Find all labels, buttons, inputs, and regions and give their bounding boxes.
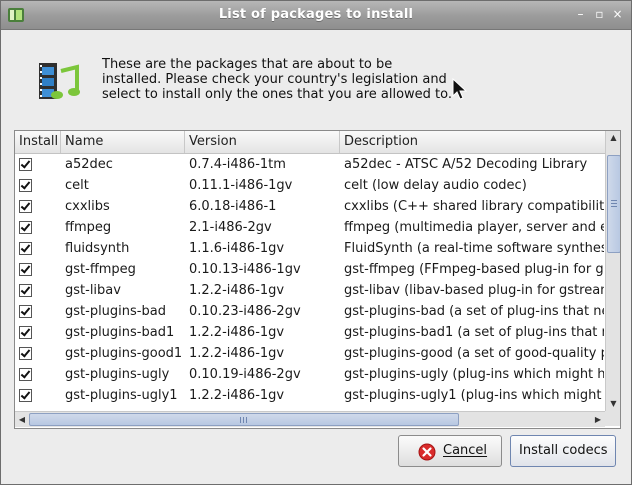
package-name: cxxlibs — [65, 199, 110, 214]
package-version: 1.2.2-i486-1gv — [189, 283, 285, 298]
package-table: Install Name Version Description a52dec … — [14, 130, 621, 429]
install-checkbox[interactable] — [19, 158, 32, 171]
package-version: 1.2.2-i486-1gv — [189, 346, 285, 361]
table-row[interactable]: a52dec 0.7.4-i486-1tm a52dec - ATSC A/52… — [15, 154, 605, 175]
close-button[interactable]: × — [611, 8, 624, 21]
package-description: gst-libav (libav-based plug-in for gstre… — [344, 283, 604, 298]
install-checkbox[interactable] — [19, 347, 32, 360]
scroll-grip-icon — [240, 417, 241, 423]
package-description: gst-ffmpeg (FFmpeg-based plug-in for gs — [344, 262, 604, 277]
package-version: 2.1-i486-2gv — [189, 220, 272, 235]
install-checkbox[interactable] — [19, 389, 32, 402]
install-checkbox[interactable] — [19, 242, 32, 255]
package-description: gst-plugins-ugly1 (plug-ins which might … — [344, 388, 604, 403]
package-version: 0.10.19-i486-2gv — [189, 367, 301, 382]
table-row[interactable]: gst-plugins-ugly1 1.2.2-i486-1gv gst-plu… — [15, 385, 605, 406]
mouse-pointer-icon — [452, 78, 468, 100]
scroll-right-arrow-icon[interactable]: ▶ — [591, 412, 605, 427]
scroll-grip-icon — [611, 206, 617, 207]
package-description: a52dec - ATSC A/52 Decoding Library — [344, 157, 588, 172]
package-version: 1.2.2-i486-1gv — [189, 325, 285, 340]
package-name: gst-plugins-ugly1 — [65, 388, 178, 403]
vertical-scroll-thumb[interactable] — [607, 155, 620, 253]
package-description: gst-plugins-ugly (plug-ins which might h… — [344, 367, 604, 382]
install-checkbox[interactable] — [19, 326, 32, 339]
vertical-scrollbar[interactable]: ▲ ▼ — [605, 131, 620, 411]
maximize-button[interactable]: ▫ — [593, 8, 606, 21]
table-row[interactable]: gst-plugins-bad1 1.2.2-i486-1gv gst-plug… — [15, 322, 605, 343]
package-version: 1.1.6-i486-1gv — [189, 241, 285, 256]
package-version: 0.11.1-i486-1gv — [189, 178, 293, 193]
column-header-name[interactable]: Name — [61, 131, 185, 153]
package-name: gst-plugins-ugly — [65, 367, 170, 382]
table-row[interactable]: gst-plugins-ugly 0.10.19-i486-2gv gst-pl… — [15, 364, 605, 385]
film-music-icon — [39, 63, 80, 99]
minimize-button[interactable]: – — [574, 8, 587, 21]
package-description: celt (low delay audio codec) — [344, 178, 527, 193]
package-name: gst-ffmpeg — [65, 262, 136, 277]
table-row[interactable]: ffmpeg 2.1-i486-2gv ffmpeg (multimedia p… — [15, 217, 605, 238]
scroll-up-arrow-icon[interactable]: ▲ — [606, 131, 620, 145]
window-title: List of packages to install — [218, 7, 414, 22]
install-checkbox[interactable] — [19, 263, 32, 276]
package-version: 0.7.4-i486-1tm — [189, 157, 286, 172]
table-row[interactable]: gst-plugins-bad 0.10.23-i486-2gv gst-plu… — [15, 301, 605, 322]
install-checkbox[interactable] — [19, 368, 32, 381]
install-checkbox[interactable] — [19, 179, 32, 192]
install-checkbox[interactable] — [19, 200, 32, 213]
scroll-grip-icon — [611, 203, 617, 204]
package-description: FluidSynth (a real-time software synthes — [344, 241, 604, 256]
scroll-grip-icon — [246, 417, 247, 423]
install-codecs-button[interactable]: Install codecs — [510, 435, 616, 467]
package-install-dialog: List of packages to install – ▫ × These … — [0, 0, 632, 485]
cancel-button-label: Cancel — [443, 443, 488, 458]
package-description: gst-plugins-good (a set of good-quality … — [344, 346, 604, 361]
package-version: 0.10.23-i486-2gv — [189, 304, 301, 319]
scroll-grip-icon — [611, 200, 617, 201]
info-message: These are the packages that are about to… — [102, 57, 452, 102]
scroll-grip-icon — [243, 417, 244, 423]
column-header-description[interactable]: Description — [340, 131, 605, 153]
table-row[interactable]: cxxlibs 6.0.18-i486-1 cxxlibs (C++ share… — [15, 196, 605, 217]
table-body: a52dec 0.7.4-i486-1tm a52dec - ATSC A/52… — [15, 154, 605, 409]
package-version: 1.2.2-i486-1gv — [189, 388, 285, 403]
package-name: gst-plugins-bad1 — [65, 325, 175, 340]
scrollbar-corner — [605, 411, 620, 426]
package-name: gst-plugins-good1 — [65, 346, 183, 361]
package-version: 0.10.13-i486-1gv — [189, 262, 301, 277]
column-header-install[interactable]: Install — [15, 131, 61, 153]
package-version: 6.0.18-i486-1 — [189, 199, 277, 214]
install-codecs-button-label: Install codecs — [519, 443, 608, 458]
horizontal-scroll-thumb[interactable] — [29, 413, 459, 426]
table-row[interactable]: fluidsynth 1.1.6-i486-1gv FluidSynth (a … — [15, 238, 605, 259]
title-bar[interactable]: List of packages to install – ▫ × — [1, 1, 631, 30]
horizontal-scrollbar[interactable]: ◀ ▶ — [15, 411, 605, 427]
table-row[interactable]: gst-plugins-good1 1.2.2-i486-1gv gst-plu… — [15, 343, 605, 364]
package-description: gst-plugins-bad (a set of plug-ins that … — [344, 304, 604, 319]
install-checkbox[interactable] — [19, 221, 32, 234]
table-row[interactable]: gst-ffmpeg 0.10.13-i486-1gv gst-ffmpeg (… — [15, 259, 605, 280]
column-header-version[interactable]: Version — [185, 131, 340, 153]
package-name: a52dec — [65, 157, 113, 172]
package-description: cxxlibs (C++ shared library compatibilit… — [344, 199, 604, 214]
scroll-down-arrow-icon[interactable]: ▼ — [606, 397, 620, 411]
package-name: ffmpeg — [65, 220, 112, 235]
package-name: celt — [65, 178, 89, 193]
table-row[interactable]: gst-libav 1.2.2-i486-1gv gst-libav (liba… — [15, 280, 605, 301]
scroll-left-arrow-icon[interactable]: ◀ — [15, 412, 29, 427]
cancel-icon — [418, 443, 436, 461]
package-description: ffmpeg (multimedia player, server and e — [344, 220, 604, 235]
package-name: gst-plugins-bad — [65, 304, 166, 319]
cancel-button[interactable]: Cancel — [398, 435, 502, 467]
package-name: gst-libav — [65, 283, 121, 298]
table-row[interactable]: celt 0.11.1-i486-1gv celt (low delay aud… — [15, 175, 605, 196]
table-header: Install Name Version Description — [15, 131, 605, 154]
install-checkbox[interactable] — [19, 305, 32, 318]
package-name: fluidsynth — [65, 241, 130, 256]
install-checkbox[interactable] — [19, 284, 32, 297]
package-description: gst-plugins-bad1 (a set of plug-ins that… — [344, 325, 604, 340]
